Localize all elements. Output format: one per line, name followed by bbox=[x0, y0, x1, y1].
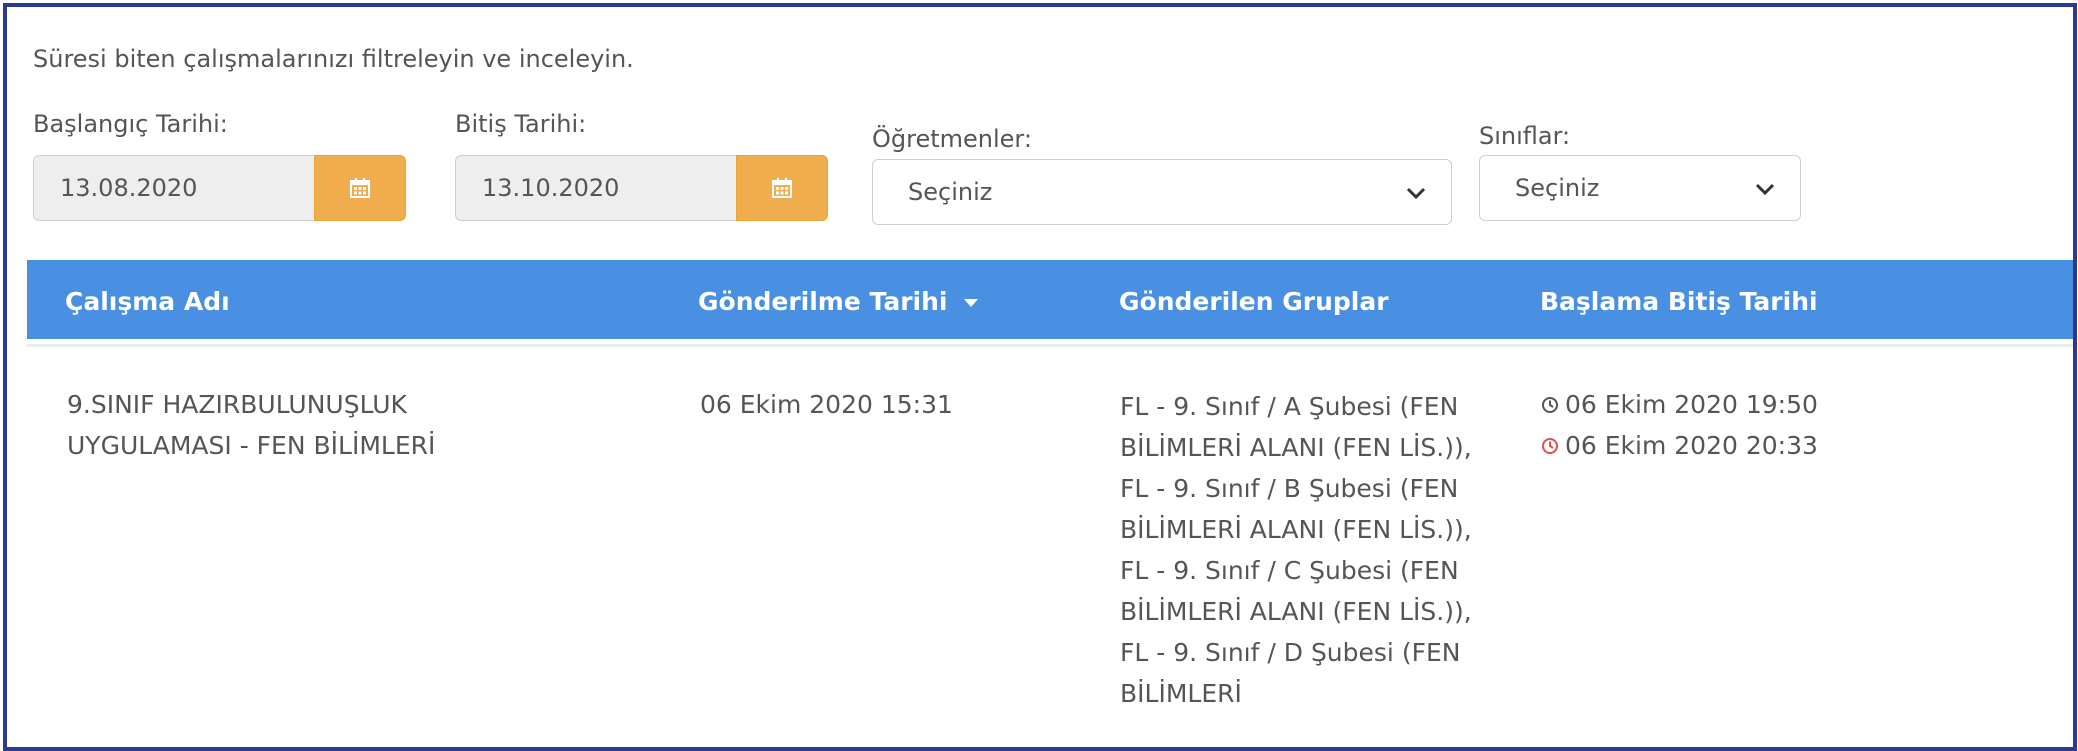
start-date-picker: 13.08.2020 bbox=[33, 155, 406, 221]
table-header: Çalışma Adı Gönderilme Tarihi Gönderilen… bbox=[27, 260, 2073, 339]
start-date-label: Başlangıç Tarihi: bbox=[33, 110, 228, 138]
teachers-select-value: Seçiniz bbox=[908, 178, 993, 206]
column-header-start-end-date[interactable]: Başlama Bitiş Tarihi bbox=[1540, 287, 1818, 316]
start-time-text: 06 Ekim 2020 19:50 bbox=[1565, 390, 1818, 419]
column-header-groups[interactable]: Gönderilen Gruplar bbox=[1119, 287, 1389, 316]
classes-select[interactable]: Seçiniz bbox=[1479, 155, 1801, 221]
calendar-icon bbox=[772, 178, 792, 198]
start-time: 06 Ekim 2020 19:50 bbox=[1541, 384, 1818, 425]
sent-groups: FL - 9. Sınıf / A Şubesi (FEN BİLİMLERİ … bbox=[1120, 392, 1472, 708]
column-header-sent-date-label: Gönderilme Tarihi bbox=[698, 287, 948, 316]
end-time-text: 06 Ekim 2020 20:33 bbox=[1565, 431, 1818, 460]
teachers-select[interactable]: Seçiniz bbox=[872, 159, 1452, 225]
end-date-picker: 13.10.2020 bbox=[455, 155, 828, 221]
chevron-down-icon bbox=[1406, 187, 1426, 200]
end-date-input[interactable]: 13.10.2020 bbox=[455, 155, 736, 221]
classes-select-value: Seçiniz bbox=[1515, 174, 1600, 202]
start-end-times: 06 Ekim 2020 19:50 06 Ekim 2020 20:33 bbox=[1541, 384, 1818, 466]
start-date-calendar-button[interactable] bbox=[314, 155, 406, 221]
page-frame: Süresi biten çalışmalarınızı filtreleyin… bbox=[3, 3, 2077, 751]
expired-assignments-panel: Süresi biten çalışmalarınızı filtreleyin… bbox=[27, 7, 2073, 747]
assignment-name: 9.SINIF HAZIRBULUNUŞLUK UYGULAMASI - FEN… bbox=[67, 390, 436, 460]
sort-down-caret-icon bbox=[963, 299, 978, 307]
end-date-label: Bitiş Tarihi: bbox=[455, 110, 587, 138]
teachers-label: Öğretmenler: bbox=[872, 125, 1032, 153]
column-header-name[interactable]: Çalışma Adı bbox=[65, 287, 230, 316]
chevron-down-icon bbox=[1755, 183, 1775, 196]
intro-text: Süresi biten çalışmalarınızı filtreleyin… bbox=[33, 45, 634, 73]
clock-icon bbox=[1542, 437, 1558, 454]
sent-date: 06 Ekim 2020 15:31 bbox=[700, 390, 953, 419]
calendar-icon bbox=[350, 178, 370, 198]
classes-label: Sınıflar: bbox=[1479, 122, 1571, 150]
header-divider bbox=[27, 344, 2073, 347]
start-date-input[interactable]: 13.08.2020 bbox=[33, 155, 314, 221]
clock-icon bbox=[1542, 396, 1558, 413]
end-time: 06 Ekim 2020 20:33 bbox=[1541, 425, 1818, 466]
column-header-sent-date[interactable]: Gönderilme Tarihi bbox=[698, 287, 978, 316]
end-date-calendar-button[interactable] bbox=[736, 155, 828, 221]
